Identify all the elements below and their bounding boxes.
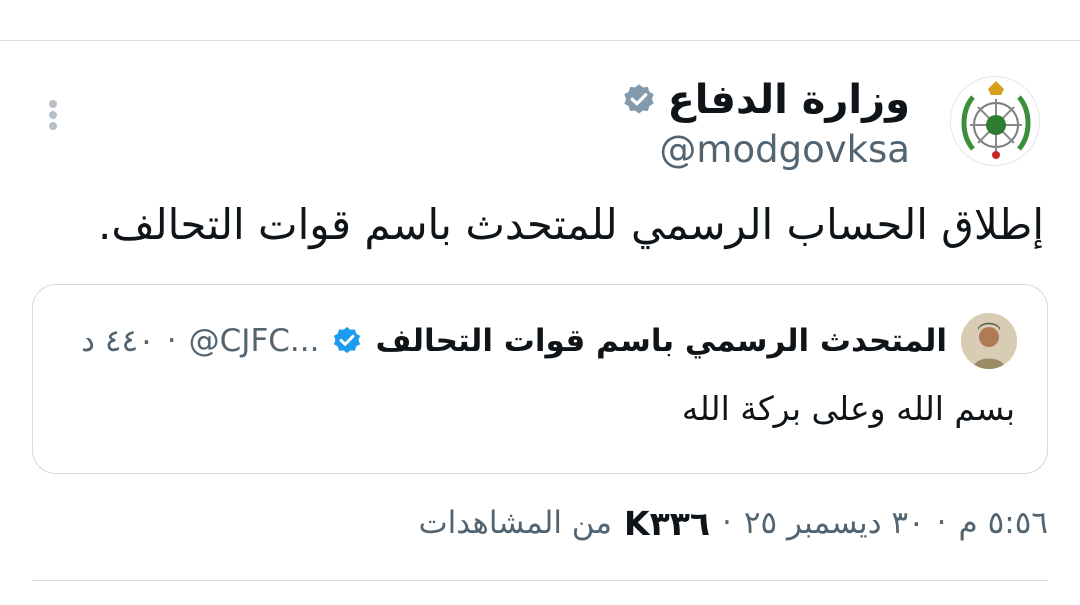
quoted-tweet-text: بسم الله وعلى بركة الله	[681, 389, 1015, 428]
tweet-text: إطلاق الحساب الرسمي للمتحدث باسم قوات ال…	[98, 200, 1044, 249]
bottom-divider	[32, 580, 1048, 581]
quoted-author-display-name: المتحدث الرسمي باسم قوات التحالف	[375, 323, 947, 359]
ministry-of-defense-emblem-icon	[961, 81, 1031, 159]
vertical-ellipsis-icon-dot	[49, 122, 57, 130]
tweet-meta: ٥:٥٦ م · ٣٠ ديسمبر ٢٥ · K٣٣٦ من المشاهدا…	[418, 498, 1048, 548]
verified-blue-badge-icon	[334, 327, 361, 354]
tweet-time[interactable]: ٥:٥٦ م	[959, 505, 1048, 541]
author-name-row: وزارة الدفاع	[621, 72, 910, 128]
meta-separator-2: ·	[722, 505, 732, 541]
vertical-ellipsis-icon-dot	[49, 111, 57, 119]
quoted-author-avatar[interactable]	[961, 313, 1017, 369]
author-avatar[interactable]	[950, 76, 1040, 166]
quoted-author-row: المتحدث الرسمي باسم قوات التحالف @CJFC..…	[81, 313, 947, 369]
vertical-ellipsis-icon	[49, 100, 57, 108]
quoted-timestamp: ٤٤٠ د	[81, 323, 155, 359]
top-divider	[0, 40, 1080, 41]
tweet-date[interactable]: ٣٠ ديسمبر ٢٥	[744, 505, 925, 541]
person-avatar-icon	[961, 313, 1017, 369]
verified-gray-badge-icon	[624, 84, 655, 114]
more-options-button[interactable]	[36, 94, 70, 136]
quoted-separator: ·	[166, 323, 177, 359]
quoted-author-handle: @CJFC...	[188, 323, 320, 359]
author-display-name[interactable]: وزارة الدفاع	[667, 77, 910, 123]
meta-separator-1: ·	[936, 505, 947, 541]
views-count[interactable]: K٣٣٦	[624, 504, 710, 543]
author-handle[interactable]: @modgovksa	[659, 128, 910, 171]
views-label: من المشاهدات	[418, 505, 612, 541]
quoted-tweet-card[interactable]: المتحدث الرسمي باسم قوات التحالف @CJFC..…	[32, 284, 1048, 474]
